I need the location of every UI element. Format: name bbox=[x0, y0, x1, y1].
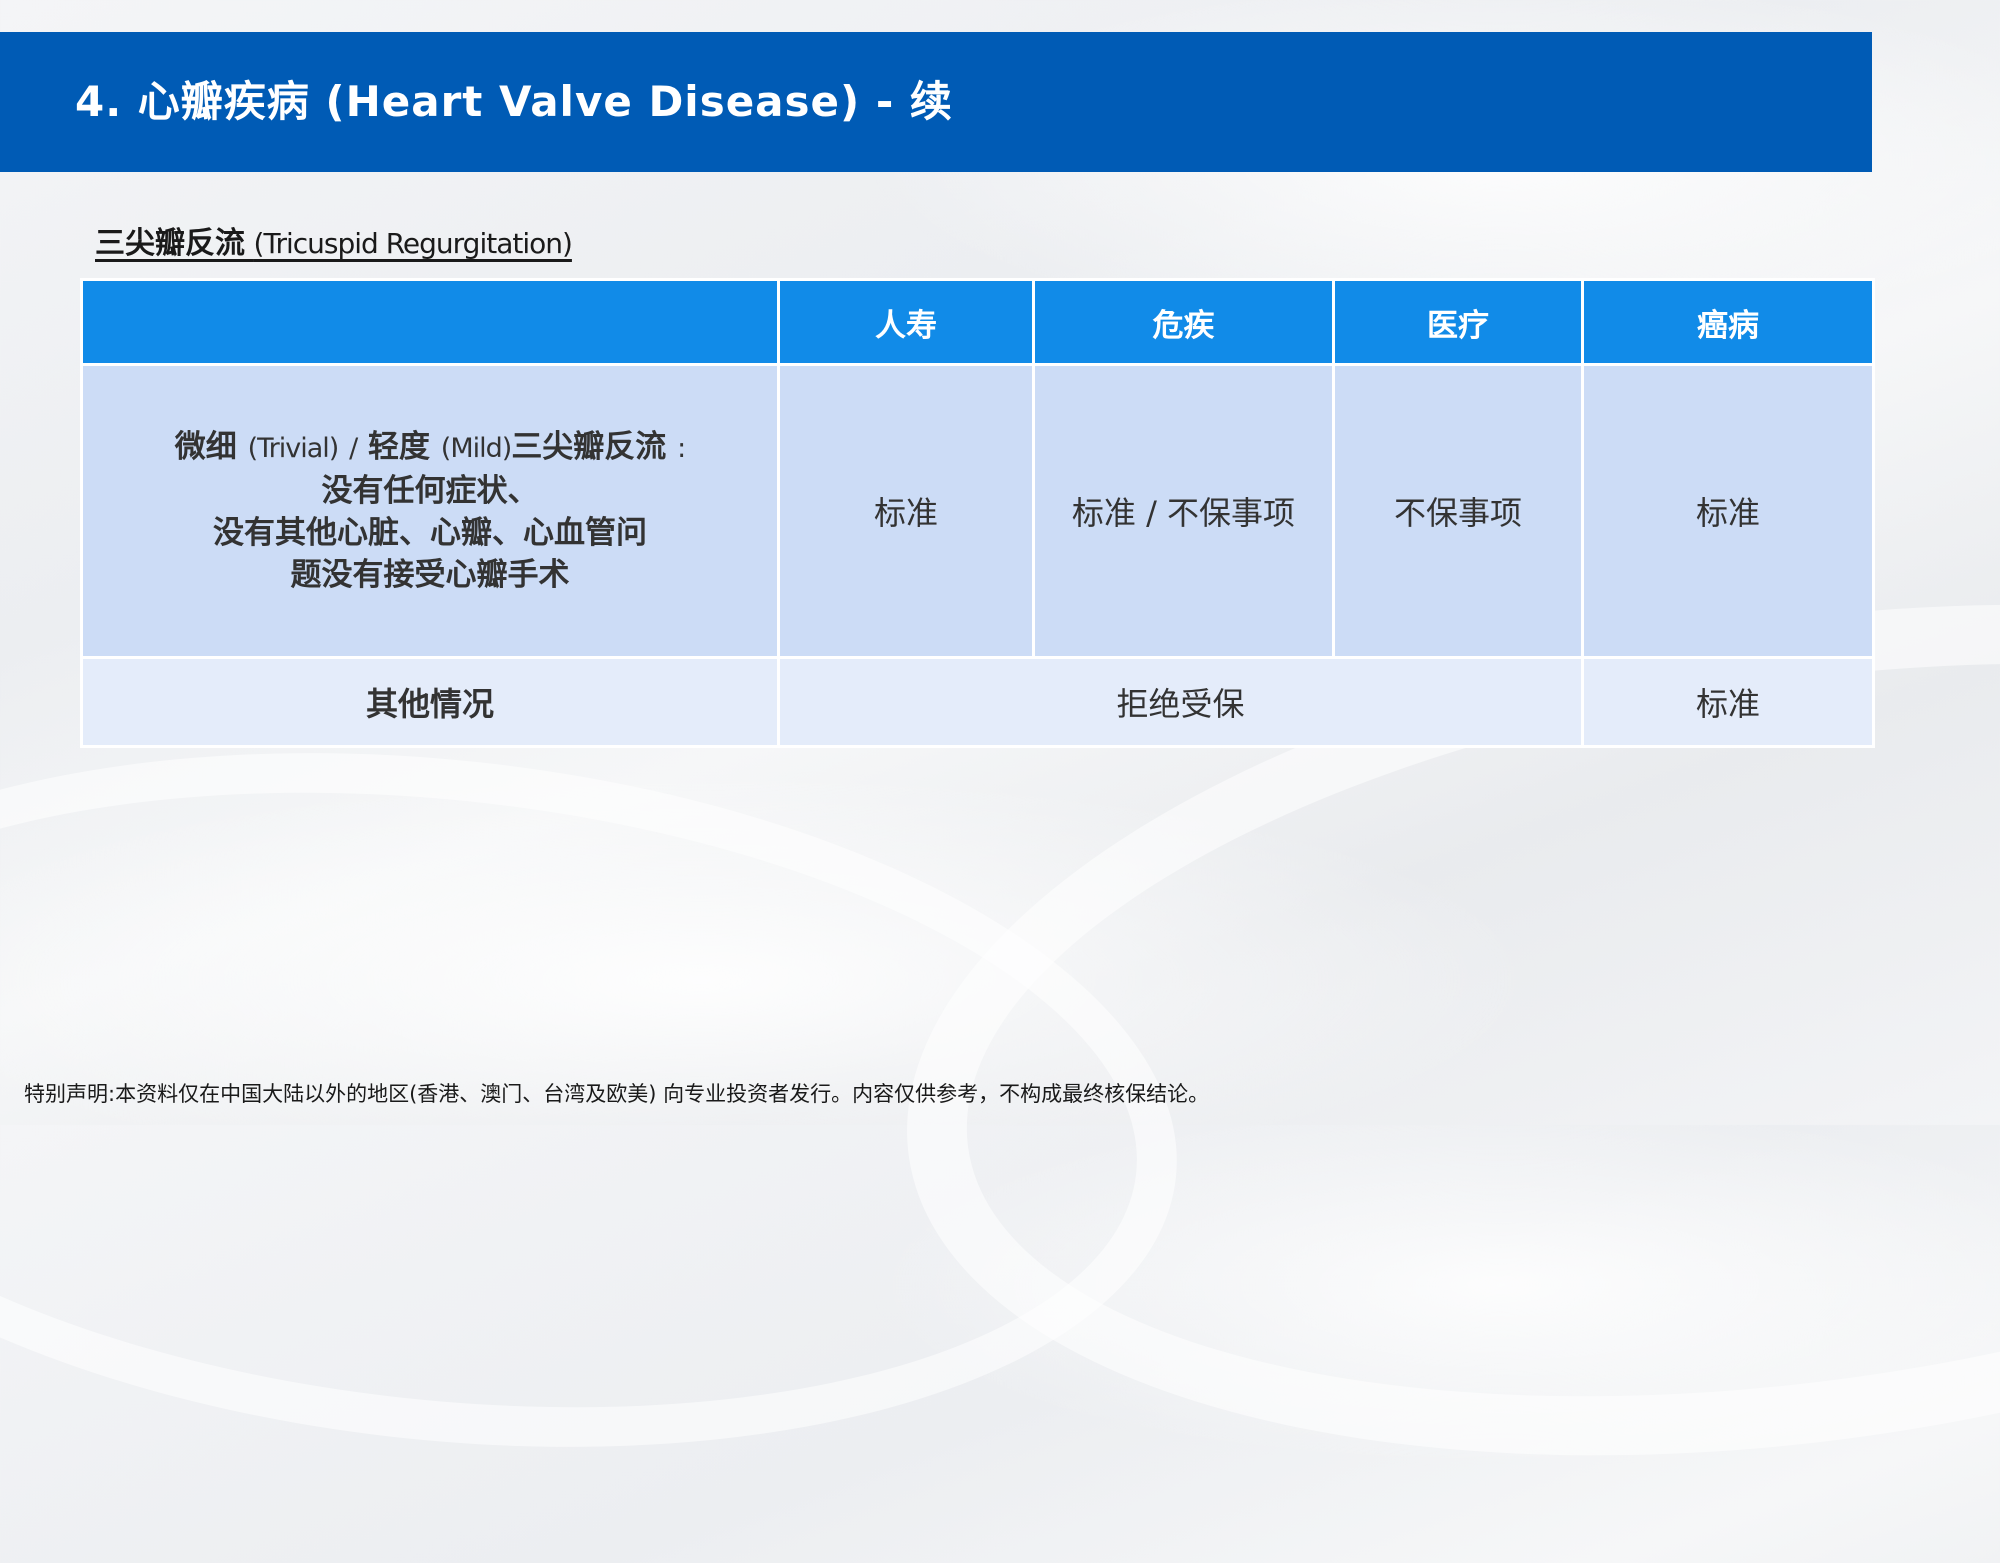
table-row: 其他情况 拒绝受保 标准 bbox=[80, 656, 1875, 748]
condition-mild-zh: 轻度 bbox=[368, 429, 430, 465]
table-row: 微细 (Trivial) / 轻度 (Mild)三尖瓣反流 : 没有任何症状、 … bbox=[80, 363, 1875, 659]
underwriting-table: 人寿 危疾 医疗 癌病 微细 (Trivial) / 轻度 (Mild)三尖瓣反… bbox=[80, 278, 1875, 748]
header-cancer: 癌病 bbox=[1581, 278, 1875, 366]
cancer-cell: 标准 bbox=[1581, 656, 1875, 748]
condition-trivial-en: (Trivial) bbox=[247, 433, 340, 464]
condition-line-3: 没有其他心脏、心瓣、心血管问 bbox=[213, 515, 647, 551]
section-heading-zh: 三尖瓣反流 bbox=[95, 226, 245, 261]
table-header-row: 人寿 危疾 医疗 癌病 bbox=[80, 278, 1875, 366]
title-banner: 4. 心瓣疾病 (Heart Valve Disease) - 续 bbox=[0, 32, 1872, 172]
condition-line-2: 没有任何症状、 bbox=[321, 473, 539, 509]
page-title: 4. 心瓣疾病 (Heart Valve Disease) - 续 bbox=[75, 77, 953, 126]
header-critical-illness: 危疾 bbox=[1032, 278, 1335, 366]
critical-illness-cell: 标准 / 不保事项 bbox=[1032, 363, 1335, 659]
condition-tr-zh: 三尖瓣反流 bbox=[511, 429, 667, 465]
disclaimer-text: 特别声明:本资料仅在中国大陆以外的地区(香港、澳门、台湾及欧美) 向专业投资者发… bbox=[24, 1082, 1210, 1106]
cancer-cell: 标准 bbox=[1581, 363, 1875, 659]
medical-cell: 不保事项 bbox=[1332, 363, 1584, 659]
section-heading: 三尖瓣反流 (Tricuspid Regurgitation) bbox=[95, 218, 573, 262]
header-blank bbox=[80, 278, 780, 366]
life-cell: 标准 bbox=[777, 363, 1035, 659]
condition-cell: 其他情况 bbox=[80, 656, 780, 748]
condition-separator: / bbox=[349, 433, 358, 464]
other-condition-label: 其他情况 bbox=[365, 685, 494, 723]
header-life: 人寿 bbox=[777, 278, 1035, 366]
condition-line-4: 题没有接受心瓣手术 bbox=[290, 557, 570, 593]
condition-text: 微细 (Trivial) / 轻度 (Mild)三尖瓣反流 : 没有任何症状、 … bbox=[83, 426, 777, 596]
condition-mild-en: (Mild) bbox=[440, 433, 513, 464]
header-medical: 医疗 bbox=[1332, 278, 1584, 366]
declined-cell: 拒绝受保 bbox=[777, 656, 1584, 748]
condition-trivial-zh: 微细 bbox=[174, 429, 237, 465]
condition-colon: : bbox=[677, 433, 686, 464]
section-heading-en: (Tricuspid Regurgitation) bbox=[253, 227, 573, 260]
condition-cell: 微细 (Trivial) / 轻度 (Mild)三尖瓣反流 : 没有任何症状、 … bbox=[80, 363, 780, 659]
condition-line-1: 微细 (Trivial) / 轻度 (Mild)三尖瓣反流 : bbox=[83, 426, 777, 470]
